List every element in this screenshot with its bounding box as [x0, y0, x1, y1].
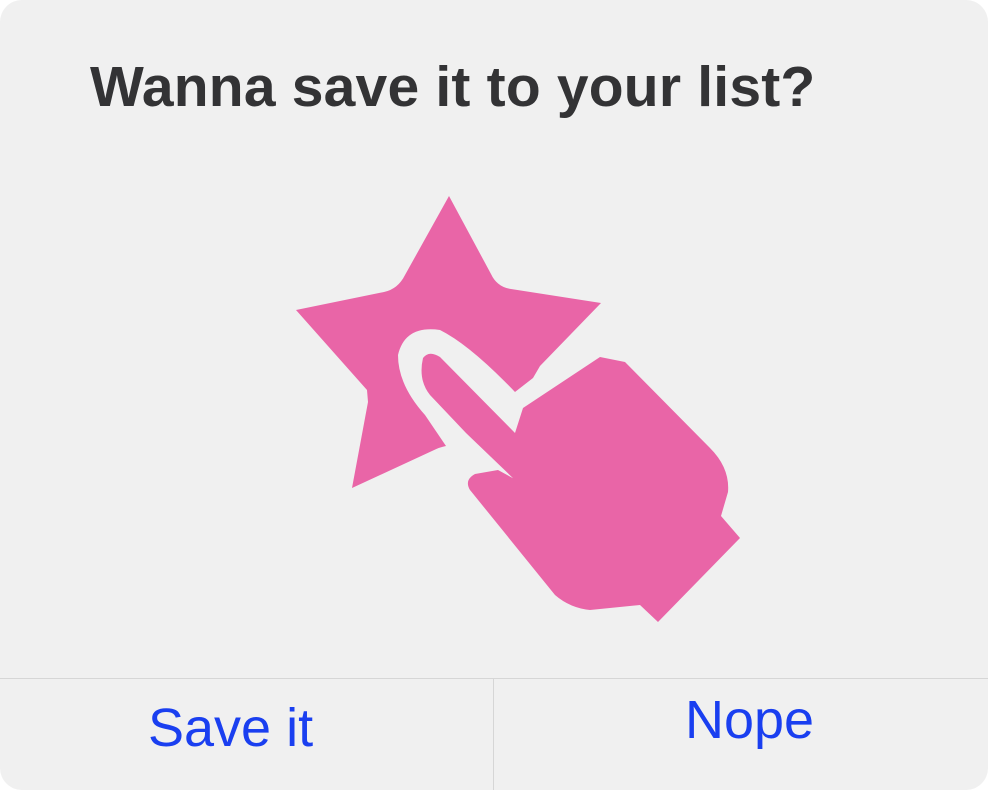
- nope-button[interactable]: Nope: [494, 679, 988, 790]
- save-it-label: Save it: [148, 698, 314, 758]
- nope-label: Nope: [685, 690, 815, 750]
- star-with-pointing-hand-icon: [296, 196, 740, 622]
- dialog-actions: Save it Nope: [0, 678, 988, 790]
- save-dialog: Wanna save it to your list? Save it Nope: [0, 0, 988, 790]
- pointing-hand-icon: [421, 353, 740, 622]
- save-it-button[interactable]: Save it: [0, 679, 493, 790]
